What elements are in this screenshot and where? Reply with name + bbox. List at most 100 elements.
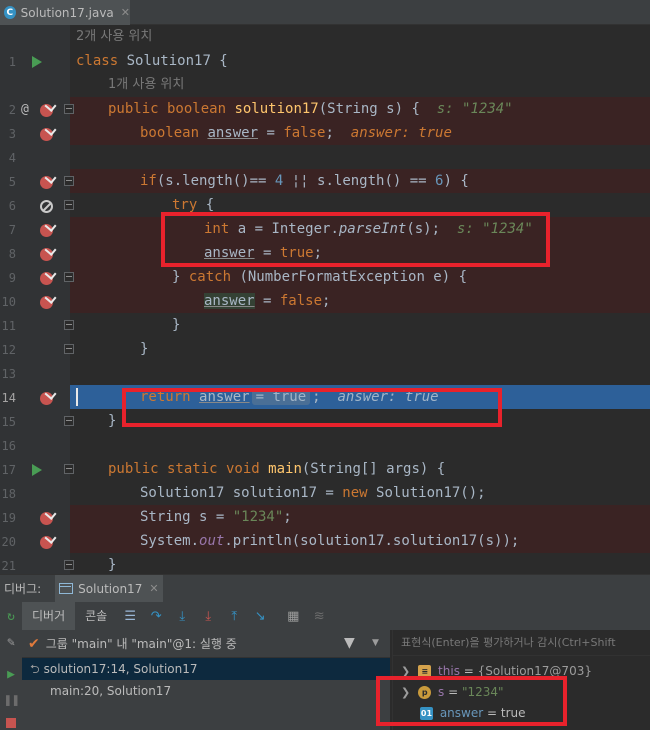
debug-label: 디버그:: [4, 582, 42, 596]
debug-toolbar: 디버거 콘솔 ☰ ↷ ⤓ ⤓ ⤒ ↘ ▦ ≋: [0, 602, 650, 630]
resume-icon[interactable]: ▶: [4, 668, 18, 682]
fold-icon[interactable]: [64, 200, 74, 210]
check-icon: ✔: [28, 635, 40, 652]
line-number: 5: [8, 175, 16, 189]
thread-selector[interactable]: ✔ 그룹 "main" 내 "main"@1: 실행 중 ▼ ▼: [22, 630, 390, 658]
breakpoint-icon[interactable]: [40, 272, 53, 285]
breakpoint-icon[interactable]: [40, 104, 53, 117]
return-arrow-icon: ⮌: [30, 662, 40, 676]
fold-icon[interactable]: [64, 464, 74, 474]
trace-icon[interactable]: ≋: [311, 608, 327, 624]
line-number: 14: [1, 391, 16, 405]
code-line: } catch (NumberFormatException e) {: [70, 265, 650, 289]
line-number: 11: [1, 319, 16, 333]
filter-icon[interactable]: ▼: [344, 635, 355, 651]
breakpoint-icon[interactable]: [40, 536, 53, 549]
close-icon[interactable]: ✕: [121, 6, 130, 19]
line-number: 19: [1, 511, 16, 525]
line-number: 1: [8, 55, 16, 69]
code-line: String s = "1234";: [70, 505, 650, 529]
fold-icon[interactable]: [64, 560, 74, 570]
step-over-icon[interactable]: ↷: [148, 608, 164, 624]
code-line: System.out.println(solution17.solution17…: [70, 529, 650, 553]
tab-debugger[interactable]: 디버거: [22, 602, 76, 630]
force-step-into-icon[interactable]: ⤓: [200, 608, 216, 624]
debug-session-tab[interactable]: Solution17 ✕: [55, 574, 163, 603]
line-number: 12: [1, 343, 16, 357]
rerun-icon[interactable]: ↻: [4, 610, 18, 624]
close-icon[interactable]: ✕: [149, 582, 158, 595]
debug-side-toolbar: ↻ ✎ ▶ ❚❚: [0, 602, 22, 730]
chevron-down-icon[interactable]: ▼: [372, 638, 379, 648]
breakpoint-icon[interactable]: [40, 392, 53, 405]
annotation-icon: @: [21, 102, 29, 117]
fold-icon[interactable]: [64, 272, 74, 282]
annotation-box: [376, 676, 567, 726]
fold-icon[interactable]: [64, 104, 74, 114]
debug-session-label: Solution17: [78, 581, 143, 596]
pause-icon[interactable]: ❚❚: [4, 694, 20, 708]
line-number: 3: [8, 127, 16, 141]
code-line: if(s.length()== 4 ¦¦ s.length() == 6) {: [70, 169, 650, 193]
fold-icon[interactable]: [64, 344, 74, 354]
run-icon[interactable]: [32, 464, 42, 476]
frames-panel: ✔ 그룹 "main" 내 "main"@1: 실행 중 ▼ ▼ ⮌ soluti…: [22, 630, 390, 730]
breakpoint-icon[interactable]: [40, 176, 53, 189]
code-line: public static void main(String[] args) {: [108, 461, 446, 477]
variables-panel: 표현식(Enter)을 평가하거나 감시(Ctrl+Shift ❯ ≡ this …: [376, 630, 650, 730]
line-number: 6: [8, 199, 16, 213]
tab-filename: Solution17.java: [20, 5, 114, 20]
line-number: 8: [8, 247, 16, 261]
disabled-breakpoint-icon[interactable]: [40, 200, 53, 213]
line-number: 9: [8, 271, 16, 285]
fold-icon[interactable]: [64, 176, 74, 186]
editor-tab-bar: C Solution17.java ✕: [0, 0, 650, 25]
code-line: }: [172, 317, 181, 333]
line-number: 16: [1, 439, 16, 453]
stop-icon[interactable]: [6, 718, 16, 728]
settings-wrench-icon[interactable]: ✎: [4, 636, 18, 650]
breakpoint-icon[interactable]: [40, 248, 53, 261]
usage-hint: 2개 사용 위치: [76, 29, 153, 44]
line-number: 21: [1, 559, 16, 573]
stack-frame[interactable]: ⮌ solution17:14, Solution17: [22, 658, 390, 680]
code-line: }: [140, 341, 149, 357]
debug-tool-window-header: 디버그: Solution17 ✕: [0, 574, 650, 603]
debug-session-icon: [59, 583, 74, 594]
inline-debug-value: s: "1234": [436, 101, 513, 117]
line-number: 4: [8, 151, 16, 165]
line-number: 13: [1, 367, 16, 381]
run-to-cursor-icon[interactable]: ↘: [252, 608, 268, 624]
line-number: 20: [1, 535, 16, 549]
line-number: 10: [1, 295, 16, 309]
menu-icon[interactable]: ☰: [122, 608, 138, 624]
breakpoint-icon[interactable]: [40, 512, 53, 525]
fold-icon[interactable]: [64, 320, 74, 330]
expression-input[interactable]: 표현식(Enter)을 평가하거나 감시(Ctrl+Shift: [393, 630, 650, 656]
line-number: 7: [8, 223, 16, 237]
step-into-icon[interactable]: ⤓: [174, 608, 190, 624]
fold-icon[interactable]: [64, 416, 74, 426]
line-number: 2: [8, 103, 16, 117]
editor-tab-solution17[interactable]: C Solution17.java ✕: [0, 0, 130, 25]
breakpoint-icon[interactable]: [40, 224, 53, 237]
evaluate-expression-icon[interactable]: ▦: [285, 608, 301, 624]
step-out-icon[interactable]: ⤒: [226, 608, 242, 624]
run-icon[interactable]: [32, 56, 42, 68]
stack-frame[interactable]: main:20, Solution17: [22, 680, 390, 702]
code-line-hint: 1개 사용 위치: [70, 73, 650, 97]
code-line-hint: 2개 사용 위치: [70, 25, 650, 49]
breakpoint-icon[interactable]: [40, 296, 53, 309]
code-line: Solution17 solution17 = new Solution17()…: [140, 485, 486, 501]
inline-debug-value: answer: true: [350, 125, 452, 141]
line-number: 17: [1, 463, 16, 477]
code-editor[interactable]: 1 2 3 4 5 6 7 8 9 10 11 12 13 14 15 16 1…: [0, 25, 650, 574]
usage-hint: 1개 사용 위치: [108, 77, 185, 92]
code-line: class Solution17 {: [76, 53, 228, 69]
breakpoint-icon[interactable]: [40, 128, 53, 141]
line-number: 15: [1, 415, 16, 429]
tab-console[interactable]: 콘솔: [75, 602, 117, 630]
